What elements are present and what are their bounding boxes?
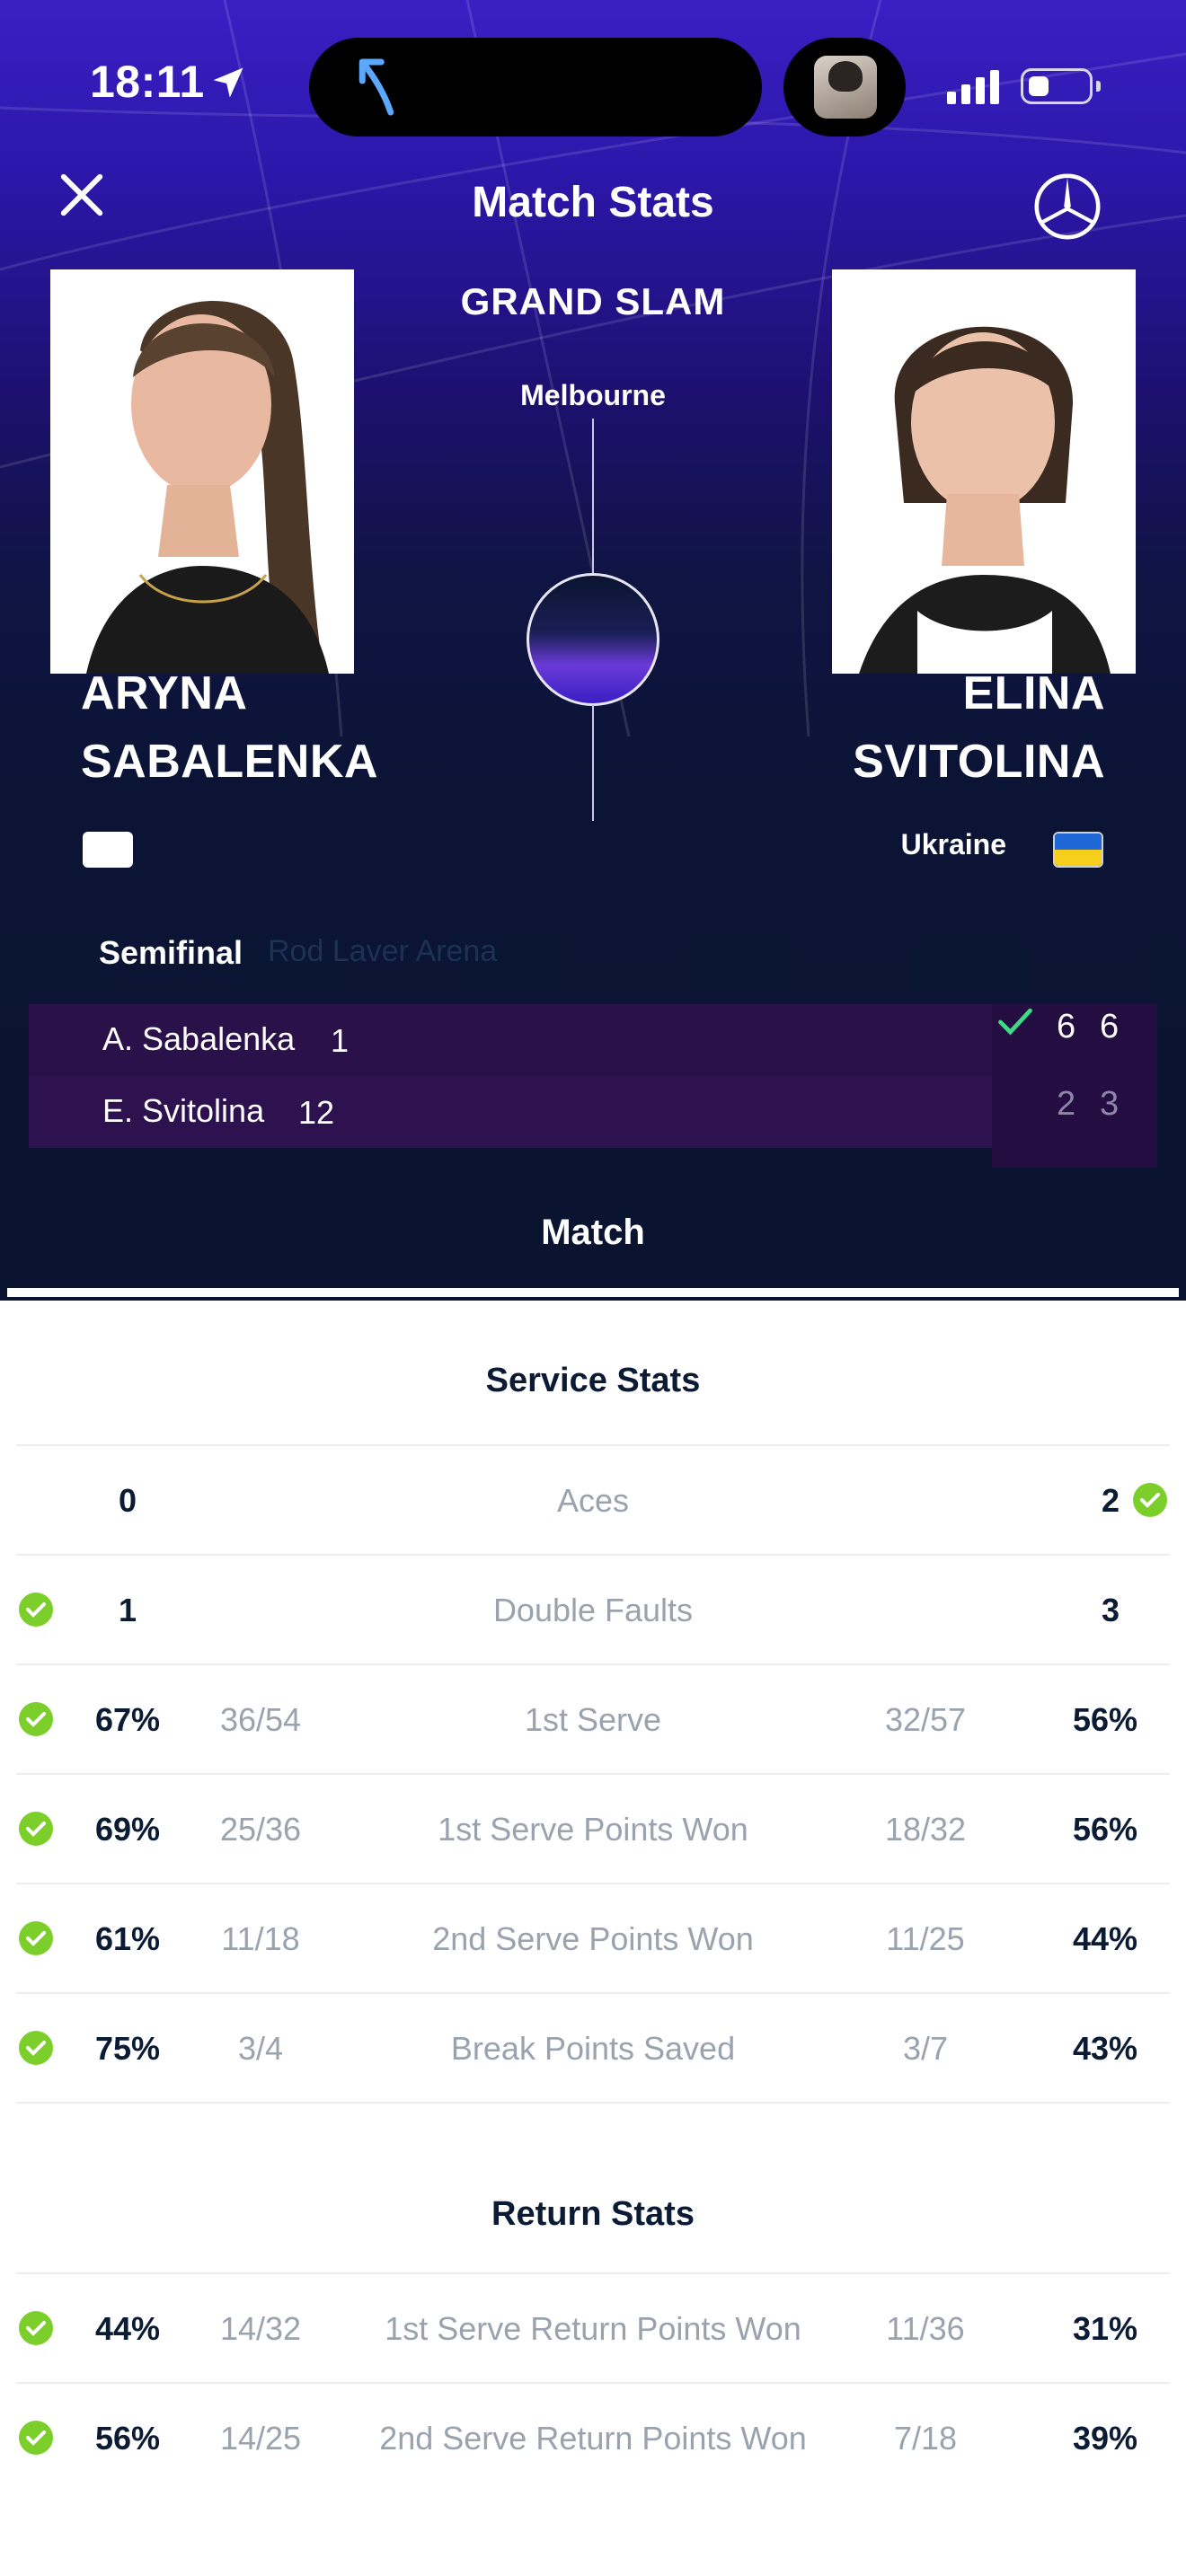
location-arrow-icon <box>213 67 243 98</box>
match-round: Semifinal <box>99 934 243 971</box>
page-title: Match Stats <box>472 179 714 226</box>
winner-check-icon <box>19 1592 53 1627</box>
stat-left-fraction: 3/4 <box>237 2030 284 2067</box>
flag-icon-neutral <box>83 832 133 868</box>
mercedes-logo-icon <box>1034 173 1101 240</box>
stat-left-percent: 69% <box>94 1811 161 1848</box>
stat-right-fraction: 3/7 <box>902 2030 949 2067</box>
battery-icon <box>1021 68 1093 104</box>
stat-row-break-points-saved: 75% 3/4 Break Points Saved 3/7 43% <box>0 1994 1186 2102</box>
player-name-right: ELINA SVITOLINA <box>683 659 1105 796</box>
winner-check-icon <box>19 2311 53 2345</box>
stat-right-fraction: 11/36 <box>886 2310 965 2347</box>
stat-right-percent: 44% <box>1072 1920 1137 1957</box>
stat-label: Aces <box>556 1482 630 1519</box>
stat-right-percent: 39% <box>1072 2420 1137 2457</box>
stat-row-2nd-serve-points-won: 61% 11/18 2nd Serve Points Won 11/25 44% <box>0 1884 1186 1992</box>
tournament-name: GRAND SLAM <box>460 280 726 322</box>
divider-line <box>592 419 594 575</box>
stat-right-fraction: 11/25 <box>886 1920 965 1957</box>
player-first-name: ARYNA <box>81 667 248 719</box>
stat-right-percent: 43% <box>1072 2030 1137 2067</box>
stat-left-fraction: 11/18 <box>221 1920 300 1957</box>
back-arrow-icon[interactable] <box>352 56 401 119</box>
winner-check-icon <box>1133 1483 1167 1517</box>
stat-row-double-faults: 1 Double Faults 3 <box>0 1556 1186 1663</box>
tab-match[interactable]: Match <box>413 1213 773 1253</box>
score-row: A. Sabalenka 1 <box>29 1004 1157 1076</box>
tournament-city: Melbourne <box>520 379 666 411</box>
stat-left-percent: 75% <box>94 2030 161 2067</box>
player-last-name: SVITOLINA <box>853 736 1105 788</box>
winner-check-icon <box>19 1702 53 1736</box>
winner-check-icon <box>19 1921 53 1955</box>
stat-left-percent: 56% <box>94 2420 161 2457</box>
stat-left-value: 0 <box>118 1482 137 1519</box>
ukraine-flag-icon <box>1053 832 1103 868</box>
stat-left-value: 1 <box>118 1592 137 1628</box>
match-venue: Rod Laver Arena <box>268 934 498 968</box>
player-first-name: ELINA <box>962 667 1105 719</box>
stat-left-fraction: 14/32 <box>219 2310 302 2347</box>
stat-right-fraction: 18/32 <box>884 1811 967 1848</box>
service-stats-title: Service Stats <box>485 1362 701 1399</box>
stat-right-value: 3 <box>1101 1592 1120 1628</box>
stat-label: 2nd Serve Points Won <box>432 1920 754 1957</box>
score-player-name: E. Svitolina <box>102 1092 265 1129</box>
set-score: 6 <box>1057 1008 1076 1045</box>
status-time: 18:11 <box>90 57 205 107</box>
player-photo-left <box>50 269 354 674</box>
stat-left-percent: 44% <box>94 2310 161 2347</box>
battery-tip <box>1096 81 1101 92</box>
divider <box>16 2102 1170 2104</box>
stat-left-fraction: 36/54 <box>219 1701 302 1738</box>
stat-left-fraction: 14/25 <box>219 2420 302 2457</box>
stat-right-percent: 31% <box>1072 2310 1137 2347</box>
stat-left-percent: 67% <box>94 1701 161 1738</box>
player-last-name: SABALENKA <box>81 736 378 788</box>
stat-label: 1st Serve Return Points Won <box>385 2310 801 2347</box>
stat-right-percent: 56% <box>1072 1701 1137 1738</box>
stat-row-aces: 0 Aces 2 <box>0 1446 1186 1554</box>
avatar <box>814 56 877 119</box>
live-activity[interactable] <box>783 38 906 137</box>
score-player-name: A. Sabalenka <box>102 1020 296 1057</box>
set-score: 3 <box>1100 1085 1120 1123</box>
score-player-seed: 12 <box>298 1094 335 1131</box>
stat-row-2nd-serve-return-points-won: 56% 14/25 2nd Serve Return Points Won 7/… <box>0 2384 1186 2492</box>
versus-emblem <box>527 573 659 706</box>
score-player-seed: 1 <box>331 1022 350 1059</box>
winner-check-icon <box>19 1812 53 1846</box>
stat-row-1st-serve-points-won: 69% 25/36 1st Serve Points Won 18/32 56% <box>0 1775 1186 1883</box>
divider-line <box>592 704 594 821</box>
stat-row-1st-serve-return-points-won: 44% 14/32 1st Serve Return Points Won 11… <box>0 2274 1186 2382</box>
stat-label: 1st Serve Points Won <box>438 1811 748 1848</box>
player-country-right: Ukraine <box>900 828 1006 860</box>
stat-label: 2nd Serve Return Points Won <box>379 2420 807 2457</box>
player-name-left: ARYNA SABALENKA <box>81 659 378 796</box>
stat-right-fraction: 32/57 <box>884 1701 967 1738</box>
return-stats-title: Return Stats <box>491 2195 695 2233</box>
set-score: 2 <box>1057 1085 1076 1123</box>
stat-label: Double Faults <box>492 1592 694 1628</box>
stat-left-percent: 61% <box>94 1920 161 1957</box>
match-header: 18:11 Match Stats GRAND SLAM Melbourne A… <box>0 0 1186 1301</box>
winner-check-icon <box>19 2421 53 2455</box>
stat-right-value: 2 <box>1101 1482 1120 1519</box>
stat-row-1st-serve: 67% 36/54 1st Serve 32/57 56% <box>0 1665 1186 1773</box>
winner-check-icon <box>19 2031 53 2065</box>
winner-check-icon <box>998 1008 1032 1036</box>
score-row: E. Svitolina 12 <box>29 1076 1157 1148</box>
active-tab-indicator <box>7 1288 1179 1297</box>
cellular-signal-icon <box>947 70 999 104</box>
set-score: 6 <box>1100 1008 1120 1045</box>
stat-right-fraction: 7/18 <box>893 2420 958 2457</box>
stat-left-fraction: 25/36 <box>219 1811 302 1848</box>
stat-right-percent: 56% <box>1072 1811 1137 1848</box>
stat-label: Break Points Saved <box>450 2030 736 2067</box>
close-icon[interactable] <box>58 171 106 219</box>
stat-label: 1st Serve <box>524 1701 662 1738</box>
player-photo-right <box>832 269 1136 674</box>
